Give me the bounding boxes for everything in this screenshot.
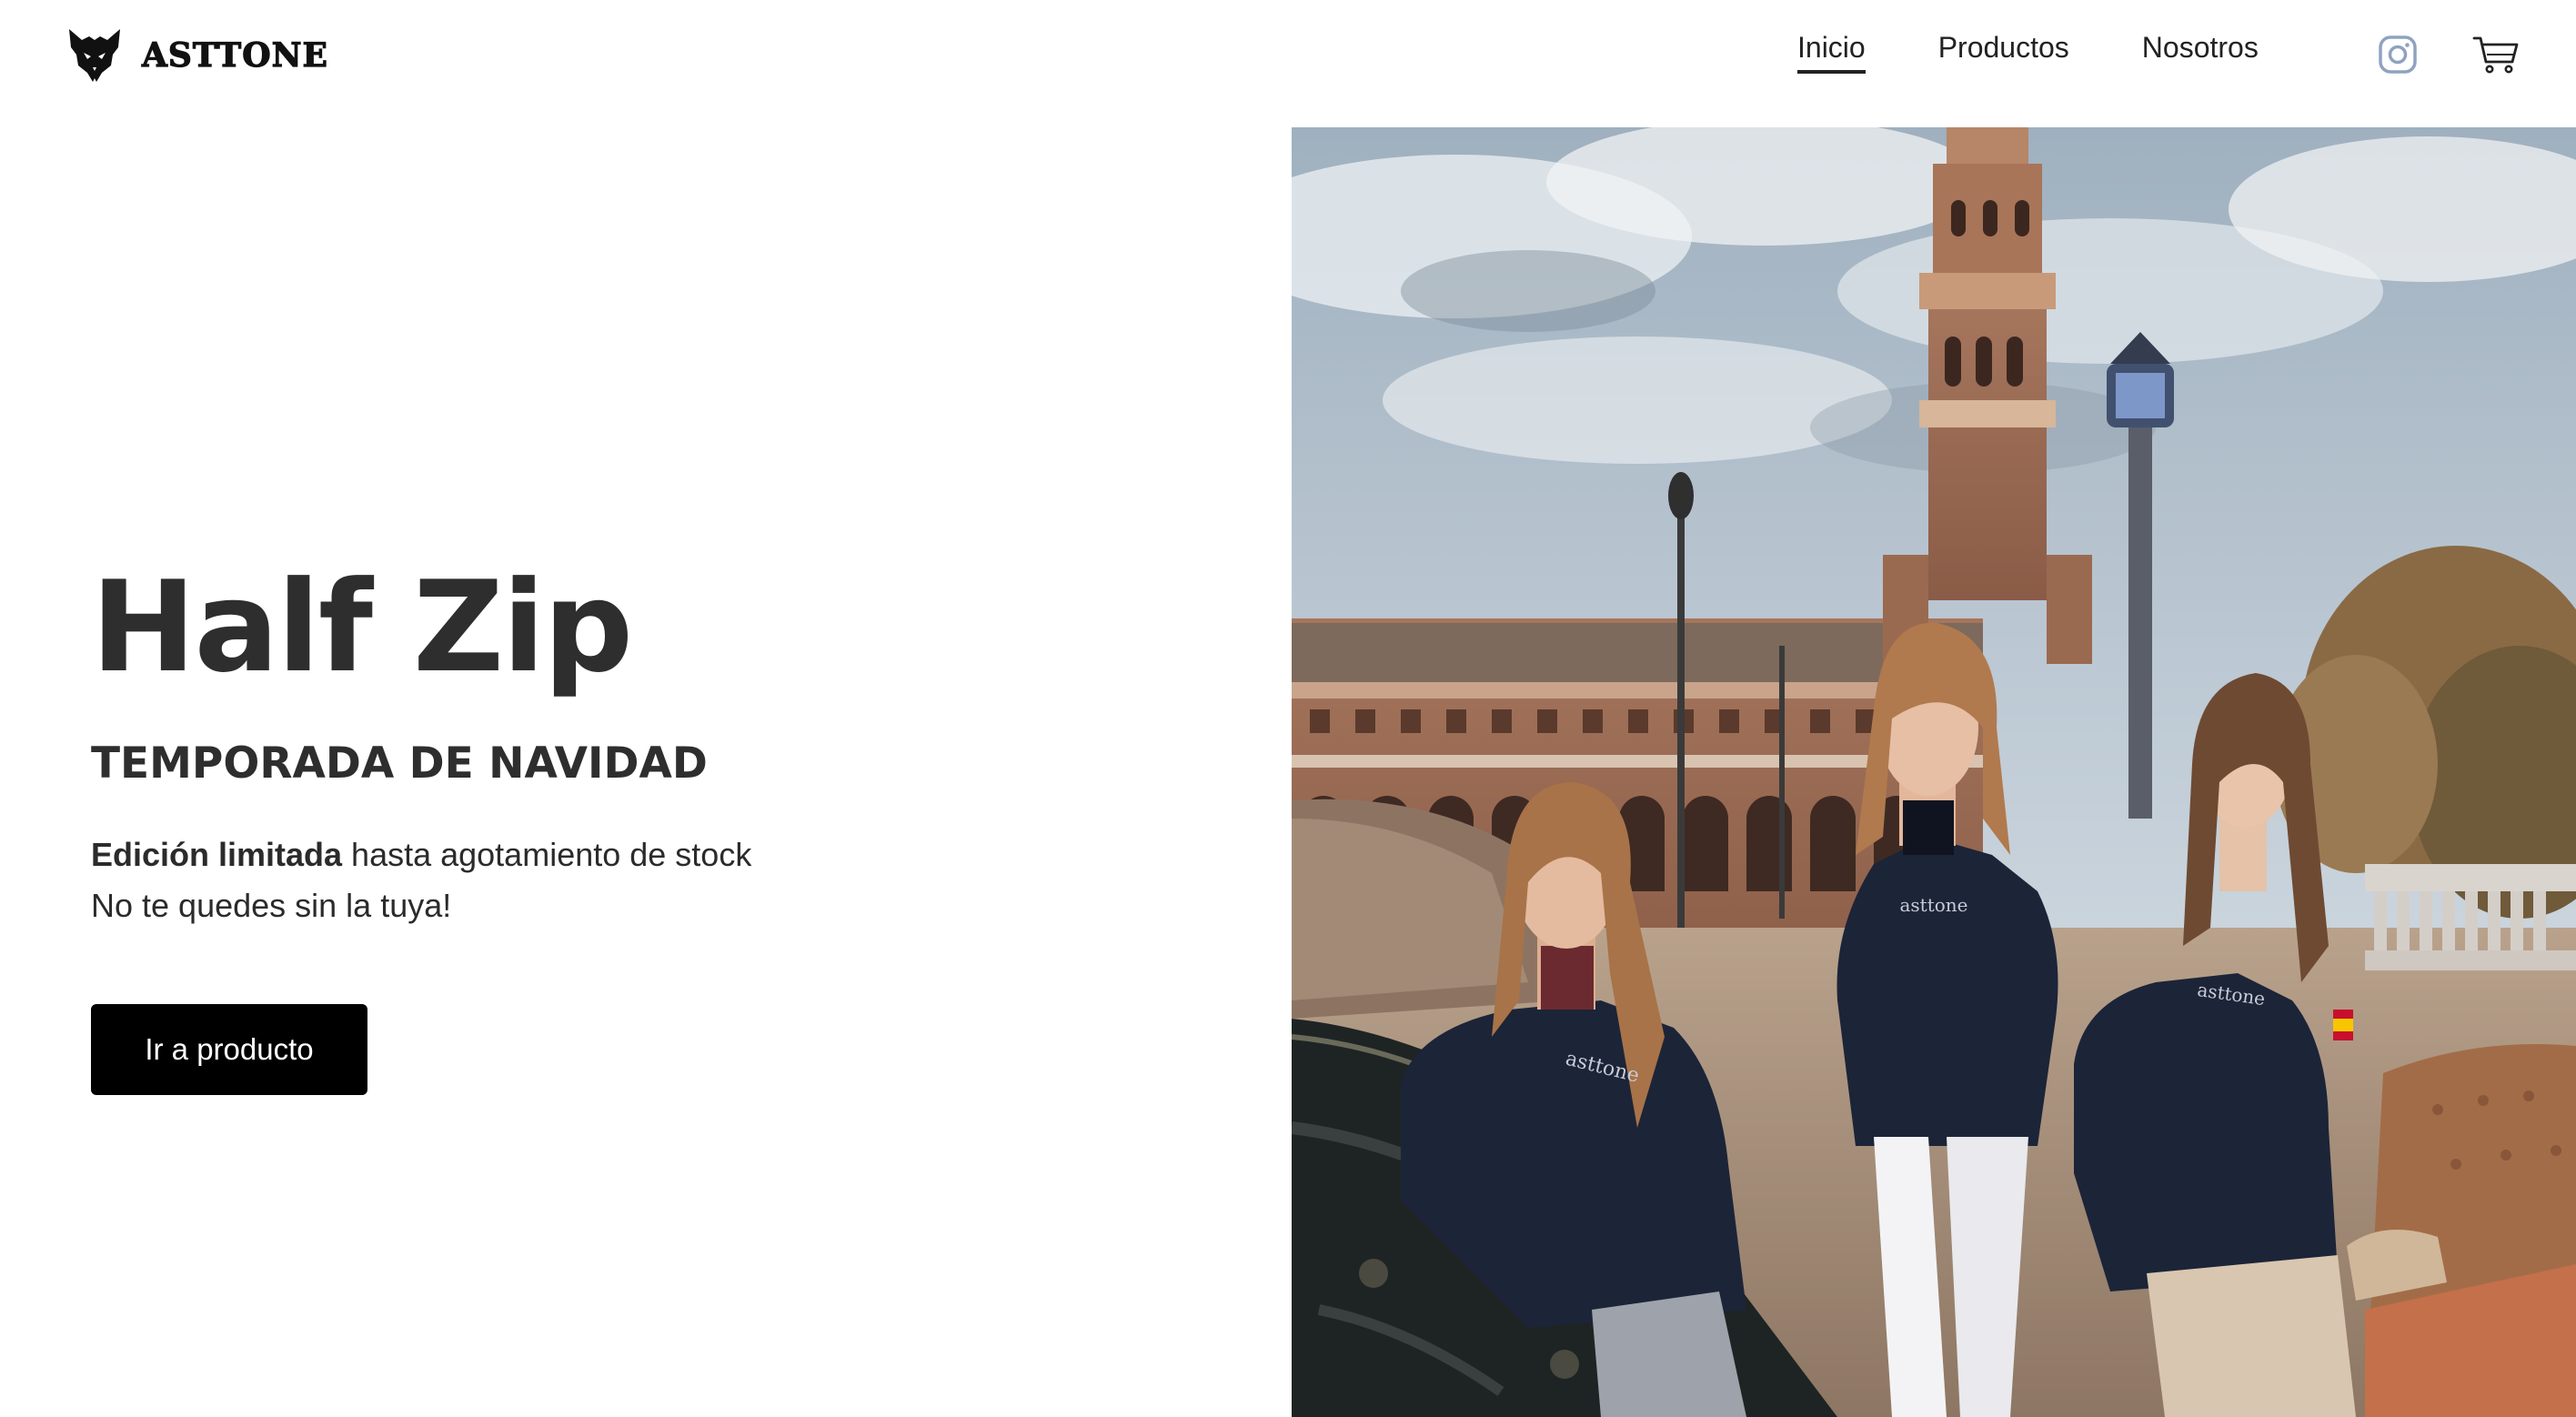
hero-description: Edición limitada hasta agotamiento de st…	[91, 829, 751, 931]
hero-title: Half Zip	[91, 554, 633, 700]
hero-desc-line-1: Edición limitada hasta agotamiento de st…	[91, 829, 751, 880]
nav-item-productos[interactable]: Productos	[1938, 31, 2069, 74]
instagram-link[interactable]	[2374, 31, 2421, 78]
main-nav: Inicio Productos Nosotros	[1797, 31, 2259, 74]
go-to-product-button[interactable]: Ir a producto	[91, 1004, 367, 1095]
hero-text-section: Half Zip TEMPORADA DE NAVIDAD Edición li…	[91, 0, 1273, 1417]
shopping-cart-icon	[2472, 36, 2519, 74]
nav-item-inicio[interactable]: Inicio	[1797, 31, 1866, 74]
hero-desc-bold: Edición limitada	[91, 836, 343, 873]
cart-button[interactable]	[2472, 31, 2520, 78]
hero-desc-rest: hasta agotamiento de stock	[342, 836, 752, 873]
sweater-print-center: asttone	[1899, 894, 1967, 916]
hero-photo-illustration: asttone asttone asttone	[1292, 127, 2576, 1417]
hero-subtitle: TEMPORADA DE NAVIDAD	[91, 739, 708, 789]
nav-item-nosotros[interactable]: Nosotros	[2142, 31, 2259, 74]
hero-photo: asttone asttone asttone	[1292, 127, 2576, 1417]
instagram-icon	[2379, 35, 2417, 74]
hero-desc-line-2: No te quedes sin la tuya!	[91, 887, 452, 924]
